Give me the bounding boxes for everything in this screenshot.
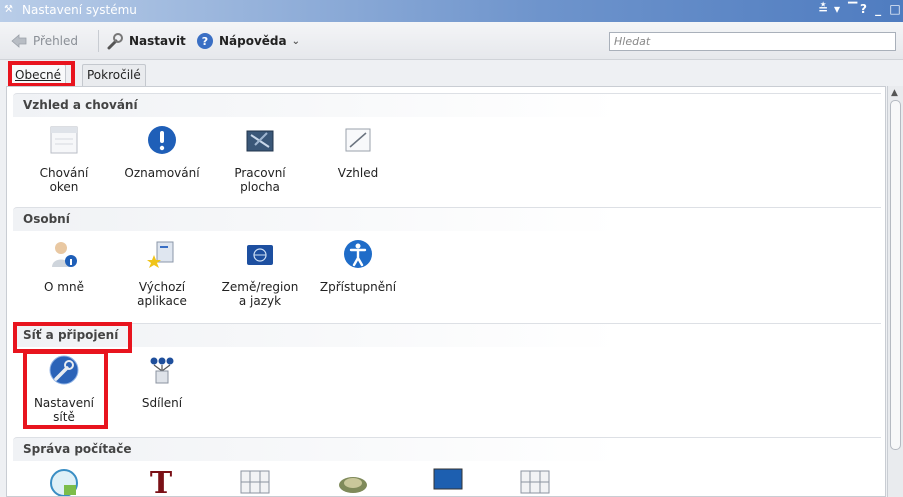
help-icon: ? <box>197 33 213 49</box>
item-label: Oznamování <box>124 166 200 180</box>
scroll-up-icon[interactable]: ▲ <box>891 88 898 98</box>
item-label: Sdílení <box>141 396 183 410</box>
help-label: Nápověda <box>219 34 287 48</box>
wrench-icon <box>107 33 123 50</box>
title-bar: ⚒ Nastavení systému ≛ ▾ ▔ ? _ □ <box>0 0 903 22</box>
date-time-icon[interactable] <box>48 467 80 497</box>
accessibility-icon <box>344 240 372 268</box>
tab-advanced-label: Pokročilé <box>87 68 141 82</box>
item-desktop[interactable]: Pracovní plocha <box>217 123 303 194</box>
item-label: Zpřístupnění <box>319 280 397 294</box>
configure-button[interactable]: Nastavit <box>106 31 186 51</box>
tab-general-label: Obecné <box>15 68 62 82</box>
help-button[interactable]: ? Nápověda ⌄ <box>196 31 300 51</box>
item-label: Nastavení <box>33 396 95 410</box>
sharing-icon <box>150 357 174 384</box>
multimedia-icon[interactable] <box>337 467 369 495</box>
section-title: Správa počítače <box>13 437 881 461</box>
item-label: Země/region <box>221 280 299 294</box>
scrollbar-thumb[interactable] <box>890 100 901 450</box>
svg-text:T: T <box>150 466 173 495</box>
keep-above-icon[interactable]: ▔ <box>848 2 857 16</box>
default-apps-icon <box>147 241 174 268</box>
network-settings-icon <box>49 355 79 385</box>
item-appearance[interactable]: Vzhled <box>315 123 401 180</box>
section-appearance: Vzhled a chování Chování oken Oznamování <box>13 93 881 205</box>
item-default-apps[interactable]: Výchozí aplikace <box>119 237 205 308</box>
toolbar: Přehled Nastavit ? Nápověda ⌄ Hledat <box>0 22 903 60</box>
chevron-down-icon[interactable]: ⌄ <box>292 36 300 47</box>
tab-general[interactable]: Obecné <box>10 64 67 86</box>
section-title: Osobní <box>13 207 881 231</box>
item-label: Výchozí <box>138 280 186 294</box>
item-notifications[interactable]: Oznamování <box>119 123 205 180</box>
item-label: a jazyk <box>238 294 282 308</box>
item-about-me[interactable]: O mně <box>21 237 107 294</box>
appearance-icon <box>345 128 371 152</box>
overview-button[interactable]: Přehled <box>10 31 78 51</box>
item-label: Chování <box>39 166 89 180</box>
shade-icon[interactable]: ▾ <box>834 2 840 16</box>
notification-icon <box>148 126 176 154</box>
item-sharing[interactable]: Sdílení <box>119 353 205 410</box>
item-label: aplikace <box>137 294 187 308</box>
locale-icon <box>247 245 273 265</box>
section-title: Vzhled a chování <box>13 93 881 117</box>
input-devices-icon[interactable] <box>519 467 551 495</box>
system-settings-logo-icon: ⚒ <box>4 4 13 15</box>
section-title: Síť a připojení <box>13 323 881 347</box>
search-input[interactable]: Hledat <box>609 32 896 51</box>
overview-label: Přehled <box>33 34 79 48</box>
toolbar-separator <box>98 30 99 52</box>
configure-label: Nastavit <box>129 34 186 48</box>
section-network: Síť a připojení Nastavení sítě Sdílení <box>13 323 881 435</box>
item-label: O mně <box>44 280 84 294</box>
keyboard-icon[interactable] <box>239 467 271 495</box>
svg-text:?: ? <box>202 35 208 48</box>
window-title: Nastavení systému <box>22 3 137 17</box>
tab-advanced[interactable]: Pokročilé <box>82 64 146 86</box>
item-locale[interactable]: Země/region a jazyk <box>217 237 303 308</box>
desktop-icon <box>246 130 274 152</box>
fonts-icon[interactable]: T <box>145 465 177 495</box>
tab-bar: Obecné Pokročilé <box>0 60 903 87</box>
item-label: sítě <box>53 410 75 424</box>
item-label: oken <box>49 180 79 194</box>
item-label: Vzhled <box>337 166 379 180</box>
item-network-settings[interactable]: Nastavení sítě <box>21 353 107 424</box>
item-window-behavior[interactable]: Chování oken <box>21 123 107 194</box>
pin-icon[interactable]: ≛ <box>818 2 828 16</box>
vertical-scrollbar[interactable]: ▲ <box>887 86 903 497</box>
item-accessibility[interactable]: Zpřístupnění <box>315 237 401 294</box>
item-label: Pracovní <box>234 166 286 180</box>
about-me-icon <box>52 242 77 267</box>
section-personal: Osobní O mně Výchozí aplikace Země/regio… <box>13 207 881 321</box>
back-arrow-icon <box>11 34 27 48</box>
item-label: plocha <box>240 180 280 194</box>
section-computer-admin: Správa počítače T <box>13 437 881 497</box>
display-icon[interactable] <box>431 465 465 495</box>
window-behavior-icon <box>50 126 78 154</box>
window-controls[interactable]: ? _ □ <box>860 2 903 16</box>
settings-content: Vzhled a chování Chování oken Oznamování <box>6 86 886 497</box>
